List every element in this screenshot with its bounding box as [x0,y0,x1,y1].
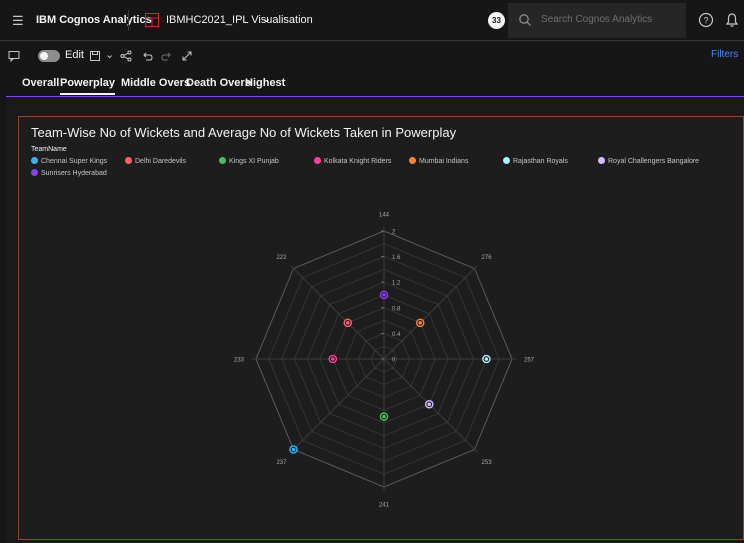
radial-tick-label: 0.8 [392,306,401,312]
axis-label: 222 [276,255,287,261]
radar-chart: 00.40.81.21.62144276257253241237233222 [234,213,535,509]
search-icon [519,14,531,26]
data-point-core [418,320,423,325]
radial-tick-label: 1.6 [392,255,401,261]
edit-toggle[interactable] [38,50,60,62]
tab-highest[interactable]: Highest [245,77,285,89]
radial-tick-label: 0.4 [392,332,401,338]
edit-label: Edit [65,49,84,61]
tab-powerplay[interactable]: Powerplay [60,77,116,95]
axis-spoke [290,358,385,453]
redo-icon[interactable] [161,50,173,62]
notifications-bell-icon[interactable] [724,12,740,28]
divider [128,10,129,31]
axis-spoke [383,265,478,360]
axis-label: 276 [482,255,493,261]
expand-icon[interactable] [181,50,193,62]
search-box[interactable]: Search Cognos Analytics [508,3,686,38]
dashboard-icon [145,13,159,27]
data-point-core [382,293,386,297]
chevron-down-icon[interactable]: ⌄ [262,12,271,25]
data-point-core [331,357,335,361]
tab-overall[interactable]: Overall [22,77,59,89]
axis-label: 241 [379,503,390,509]
save-dropdown-chevron-icon[interactable]: ⌄ [105,48,114,61]
undo-icon[interactable] [141,50,153,62]
tab-bar: Overall Powerplay Middle Overs Death Ove… [6,71,744,97]
chart-widget[interactable]: Team-Wise No of Wickets and Average No o… [18,116,744,540]
hamburger-menu-icon[interactable]: ☰ [12,13,28,28]
data-point-core [291,447,296,452]
filters-button[interactable]: Filters [711,49,738,60]
axis-label: 237 [276,460,287,466]
notification-badge[interactable]: 33 [488,12,505,29]
axis-label: 253 [482,460,493,466]
top-bar: ☰ IBM Cognos Analytics IBMHC2021_IPL Vis… [0,0,744,41]
radial-tick-label: 2 [392,230,396,236]
axis-spoke [290,265,385,360]
data-point-core [427,402,432,407]
tab-death-overs[interactable]: Death Overs [186,77,251,89]
dashboard-toolbar: Edit ⌄ Filters [0,41,744,71]
help-icon[interactable]: ? [698,12,714,28]
data-point-core [484,357,489,361]
axis-label: 233 [234,358,245,364]
svg-text:?: ? [703,16,708,26]
comment-icon[interactable] [8,50,20,62]
search-input[interactable]: Search Cognos Analytics [541,14,652,25]
data-point-core [382,414,386,419]
app-brand[interactable]: IBM Cognos Analytics [36,14,152,26]
axis-label: 144 [379,213,390,219]
tab-middle-overs[interactable]: Middle Overs [121,77,190,89]
radial-tick-label: 1.2 [392,281,401,287]
axis-label: 257 [524,358,535,364]
share-icon[interactable] [120,50,132,62]
document-title[interactable]: IBMHC2021_IPL Visualisation [166,14,313,26]
save-icon[interactable] [89,50,101,62]
data-point-core [345,320,350,325]
